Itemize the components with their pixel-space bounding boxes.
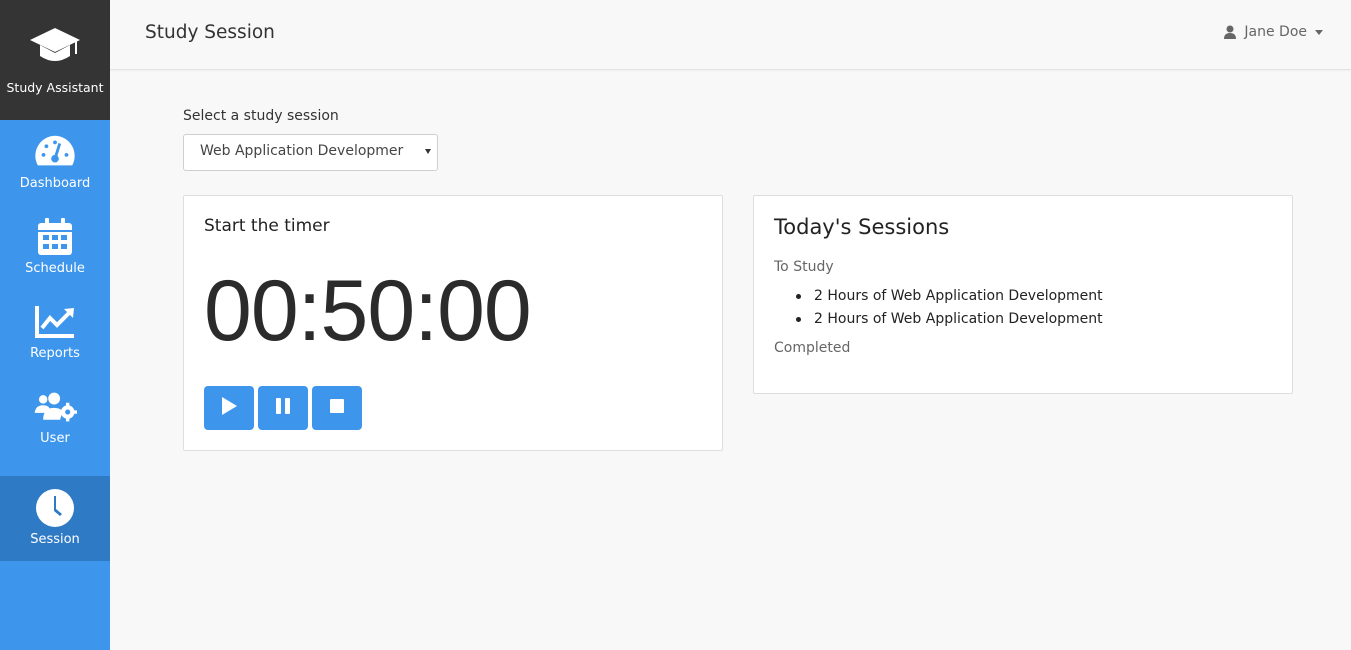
page-title: Study Session [145,22,275,43]
timer-title: Start the timer [204,216,330,236]
todays-sessions-card: Today's Sessions To Study 2 Hours of Web… [753,195,1293,394]
chevron-down-icon [425,149,431,154]
graduation-cap-icon [28,26,82,70]
completed-label: Completed [774,340,851,356]
brand[interactable]: Study Assistant [0,0,110,120]
timer-display: 00:50:00 [204,263,532,359]
sidebar-item-label: Reports [30,346,80,361]
play-icon [220,396,238,420]
play-button[interactable] [204,386,254,430]
session-select-value: Web Application Developmer [200,143,404,159]
sidebar-item-session[interactable]: Session [0,476,110,561]
list-item: 2 Hours of Web Application Development [796,286,1103,309]
sidebar-item-reports[interactable]: Reports [0,290,110,375]
user-name: Jane Doe [1244,24,1307,40]
clock-icon [33,488,77,528]
user-menu[interactable]: Jane Doe [1224,24,1323,40]
pause-icon [275,397,291,419]
sidebar-item-label: Session [30,532,80,547]
user-icon [1224,25,1237,39]
stop-button[interactable] [312,386,362,430]
session-select[interactable]: Web Application Developmer [183,134,438,171]
calendar-icon [33,217,77,257]
sidebar-item-dashboard[interactable]: Dashboard [0,120,110,205]
to-study-list: 2 Hours of Web Application Development 2… [796,286,1103,332]
timer-controls [204,386,362,430]
chart-line-icon [33,302,77,342]
sidebar-item-label: Dashboard [19,176,91,191]
sessions-title: Today's Sessions [774,215,950,239]
tachometer-icon [33,132,77,172]
stop-icon [329,398,345,418]
sidebar-item-user[interactable]: User [0,375,110,460]
brand-label: Study Assistant [6,80,104,95]
to-study-label: To Study [774,259,834,275]
timer-card: Start the timer 00:50:00 [183,195,723,451]
list-item: 2 Hours of Web Application Development [796,309,1103,332]
pause-button[interactable] [258,386,308,430]
sidebar-item-label: User [40,431,70,446]
session-select-label: Select a study session [183,108,339,124]
top-header: Study Session Jane Doe [110,0,1351,70]
sidebar-item-schedule[interactable]: Schedule [0,205,110,290]
users-cog-icon [33,387,77,427]
chevron-down-icon [1315,29,1323,35]
sidebar: Study Assistant Dashboard Schedule Repor… [0,0,110,650]
sidebar-item-label: Schedule [25,261,85,276]
